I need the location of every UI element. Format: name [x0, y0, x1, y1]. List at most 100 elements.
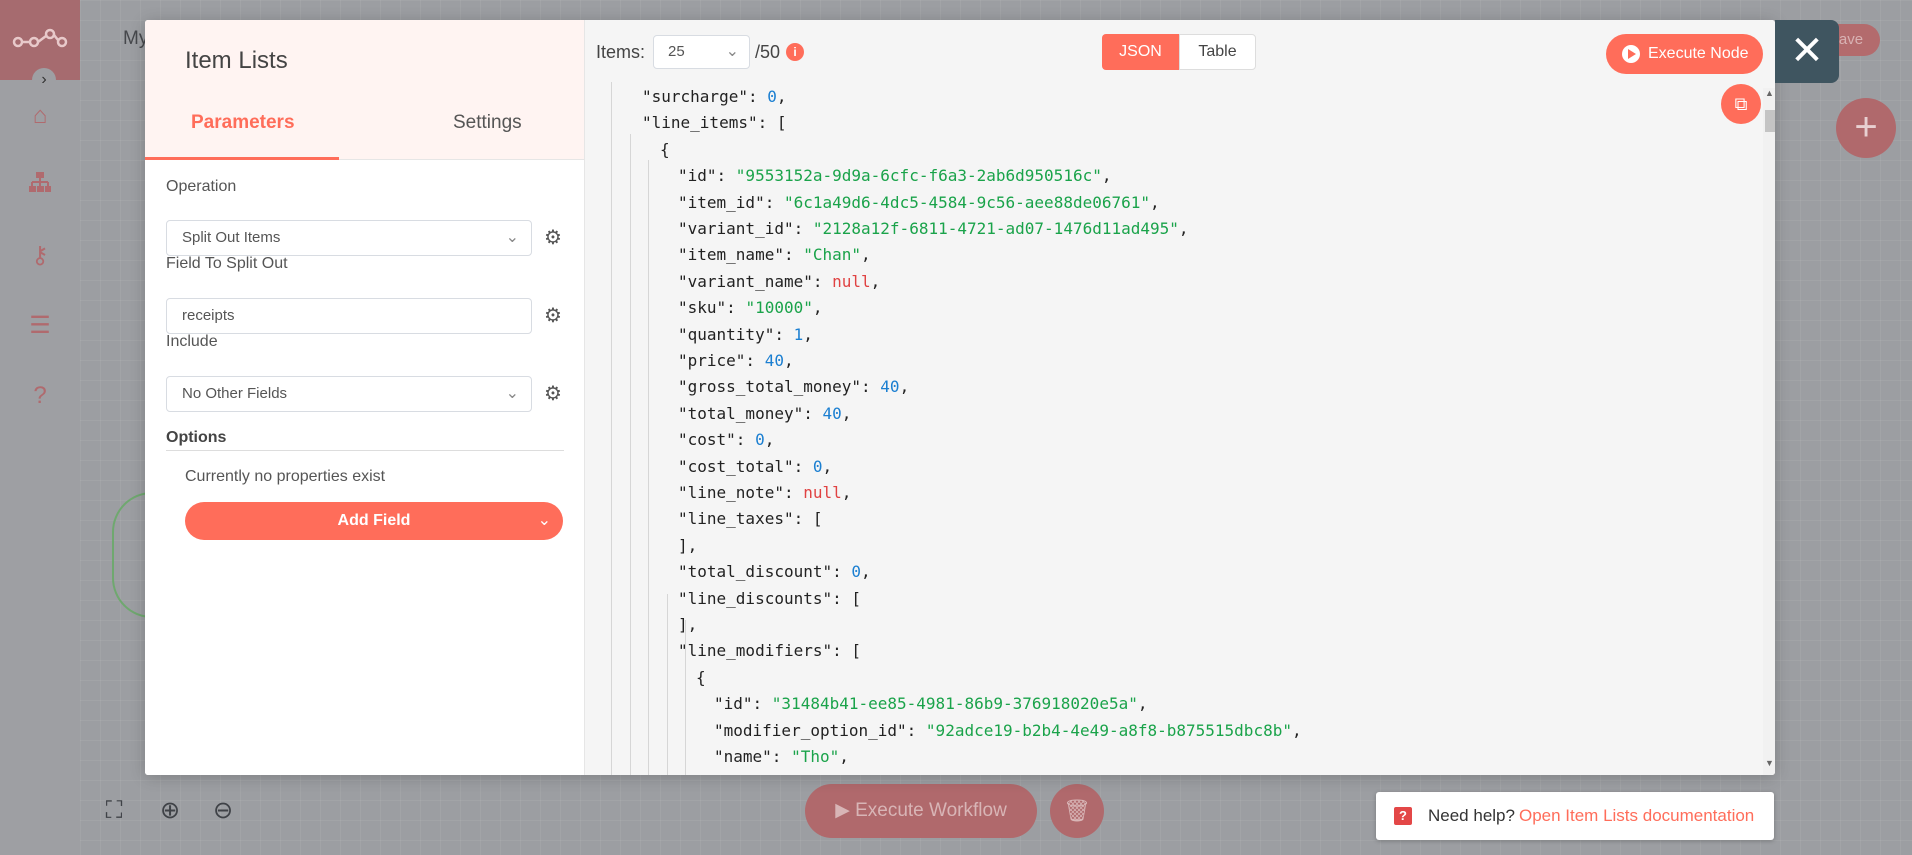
json-line: "item_id": "6c1a49d6-4dc5-4584-9c56-aee8… — [678, 192, 1160, 212]
json-value: "31484b41-ee85-4981-86b9-376918020e5a" — [771, 694, 1138, 714]
json-value: "Jones" — [810, 773, 877, 775]
main-sidebar: › ⌂ ⚷ ☰ ? — [0, 0, 80, 855]
gear-icon[interactable]: ⚙ — [541, 304, 565, 328]
indent-guide — [667, 594, 668, 775]
json-value: "2128a12f-6811-4721-ad07-1476d11ad495" — [812, 219, 1179, 238]
include-label: Include — [166, 333, 218, 350]
json-value: "10000" — [745, 298, 813, 318]
no-properties-text: Currently no properties exist — [185, 468, 386, 485]
chevron-down-icon: ⌄ — [537, 512, 551, 529]
plus-icon: + — [1854, 105, 1878, 149]
json-key: "total_discount": — [678, 562, 852, 582]
zoom-out-icon[interactable]: ⊖ — [208, 796, 238, 826]
json-line: "line_discounts": [ — [678, 588, 862, 608]
json-line: "sku": "10000", — [678, 298, 823, 318]
info-icon[interactable]: i — [786, 43, 804, 61]
panel-header: Item Lists Parameters Settings — [145, 20, 584, 160]
trash-icon: 🗑 — [1063, 798, 1091, 823]
parameters-panel: Item Lists Parameters Settings Operation… — [145, 20, 584, 775]
json-key: "line_note": — [678, 483, 804, 502]
json-output[interactable]: "surcharge": 0, "line_items": [{"id": "95… — [605, 82, 1763, 775]
gear-icon[interactable]: ⚙ — [541, 226, 565, 250]
network-icon[interactable] — [24, 170, 56, 202]
add-node-button[interactable]: + — [1836, 98, 1896, 158]
help-docs-link[interactable]: Open Item Lists documentation — [1519, 806, 1754, 826]
json-key: "price": — [678, 351, 765, 370]
json-value: 0 — [851, 562, 862, 582]
active-tab-indicator — [145, 157, 339, 160]
json-value: 1 — [793, 324, 804, 344]
json-line: "line_items": [ — [642, 113, 787, 133]
json-line: "total_money": 40, — [678, 403, 852, 423]
json-line: "quantity": 1, — [678, 324, 813, 344]
items-select[interactable]: 25 ⌄ — [653, 35, 750, 69]
execute-workflow-button[interactable]: ▶ Execute Workflow — [805, 784, 1037, 838]
close-icon: ✕ — [1790, 29, 1824, 73]
close-button[interactable]: ✕ — [1775, 20, 1839, 83]
json-line: "surcharge": 0, — [642, 87, 787, 106]
help-question-icon: ? — [1394, 807, 1412, 825]
json-value: "Chan" — [803, 245, 862, 265]
scrollbar[interactable] — [1763, 88, 1775, 775]
options-divider — [166, 450, 564, 451]
json-key: "item_id": — [678, 192, 784, 212]
list-icon[interactable]: ☰ — [24, 310, 56, 342]
json-key: "sku": — [678, 298, 746, 318]
json-value: 0 — [767, 87, 777, 106]
json-key: "cost_total": — [678, 456, 813, 476]
operation-label: Operation — [166, 178, 237, 195]
node-title[interactable]: Item Lists — [185, 47, 288, 75]
json-value: 40 — [880, 377, 900, 397]
json-line: "variant_id": "2128a12f-6811-4721-ad07-1… — [678, 219, 1189, 238]
sidebar-expand-button[interactable]: › — [32, 68, 56, 92]
fit-view-icon[interactable]: ⛶ — [99, 796, 129, 826]
json-key: "surcharge": — [642, 87, 768, 106]
add-field-button[interactable]: Add Field ⌄ — [185, 502, 563, 540]
indent-guide — [611, 82, 612, 775]
json-value: 0 — [755, 430, 765, 450]
items-value: 25 — [668, 43, 685, 60]
logo-icon — [12, 28, 68, 48]
home-icon[interactable]: ⌂ — [24, 100, 56, 132]
zoom-in-icon[interactable]: ⊕ — [155, 796, 185, 826]
copy-button[interactable]: ⧉ — [1721, 84, 1761, 124]
json-line: "id": "9553152a-9d9a-6cfc-f6a3-2ab6d9505… — [678, 166, 1112, 186]
output-panel: Items: 25 ⌄ /50 i JSON Table Execute Nod… — [585, 20, 1775, 775]
json-key: "id": — [678, 166, 736, 186]
field-to-split-value: receipts — [182, 307, 235, 324]
delete-button[interactable]: 🗑 — [1050, 784, 1104, 838]
scrollbar-thumb[interactable] — [1765, 110, 1775, 132]
json-line: "price": 40, — [678, 351, 794, 370]
json-line: "cost_total": 0, — [678, 456, 833, 476]
json-key: "option": — [714, 773, 810, 775]
json-line: "id": "31484b41-ee85-4981-86b9-376918020… — [714, 694, 1148, 714]
chevron-down-icon: ⌄ — [725, 43, 739, 60]
items-max: /50 — [755, 42, 781, 62]
json-line: "line_taxes": [ — [678, 509, 823, 529]
json-value: "6c1a49d6-4dc5-4584-9c56-aee88de06761" — [783, 192, 1151, 212]
execute-node-button[interactable]: Execute Node — [1606, 34, 1763, 74]
json-key: "name": — [714, 747, 792, 766]
tab-parameters[interactable]: Parameters — [191, 112, 295, 134]
json-value: "9553152a-9d9a-6cfc-f6a3-2ab6d950516c" — [735, 166, 1102, 186]
field-to-split-input[interactable]: receipts — [166, 298, 532, 334]
gear-icon[interactable]: ⚙ — [541, 382, 565, 406]
view-table-button[interactable]: Table — [1179, 34, 1256, 70]
json-line: "variant_name": null, — [678, 271, 881, 291]
items-label: Items: — [596, 42, 646, 62]
question-icon[interactable]: ? — [24, 380, 56, 412]
json-key: "modifier_option_id": — [714, 720, 926, 740]
scroll-down-icon[interactable]: ▼ — [1765, 758, 1774, 768]
key-icon[interactable]: ⚷ — [24, 240, 56, 272]
node-settings-modal: Item Lists Parameters Settings Operation… — [145, 20, 1775, 775]
copy-icon: ⧉ — [1734, 94, 1748, 114]
operation-select[interactable]: Split Out Items ⌄ — [166, 220, 532, 256]
chevron-down-icon: ⌄ — [505, 385, 519, 402]
tab-settings[interactable]: Settings — [453, 112, 522, 134]
view-json-button[interactable]: JSON — [1102, 34, 1179, 70]
play-icon: ▶ — [835, 800, 856, 821]
json-value: null — [832, 271, 871, 291]
scroll-up-icon[interactable]: ▲ — [1765, 88, 1774, 98]
include-select[interactable]: No Other Fields ⌄ — [166, 376, 532, 412]
json-key: "quantity": — [678, 324, 794, 344]
